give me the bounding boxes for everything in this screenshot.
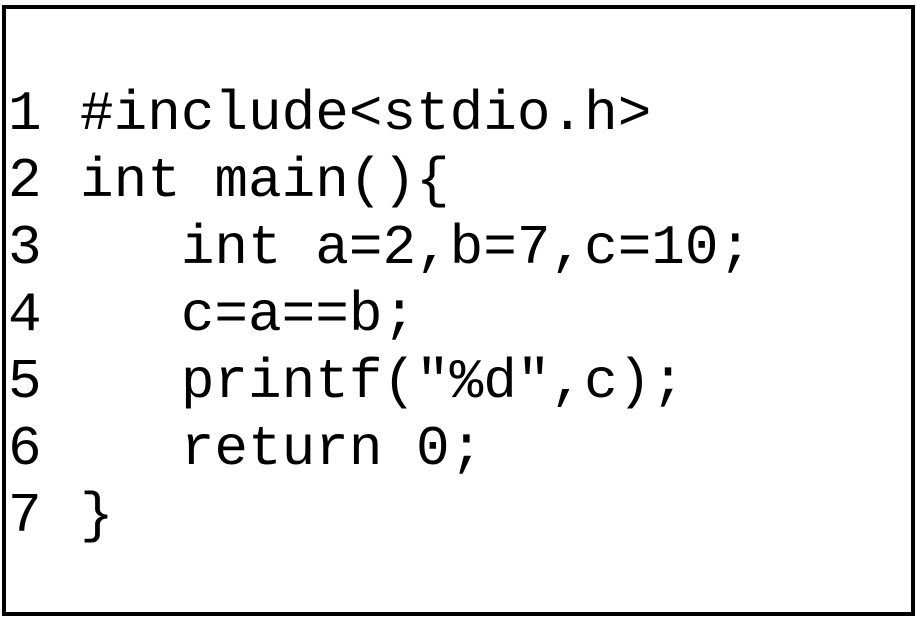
line-number: 1 bbox=[8, 82, 42, 146]
line-number: 2 bbox=[8, 149, 42, 213]
code-line: 7} bbox=[8, 483, 752, 550]
code-line: 1 #include<stdio.h> bbox=[8, 81, 752, 148]
code-line: 3 int a=2,b=7,c=10; bbox=[8, 215, 752, 282]
code-text: return 0; bbox=[80, 417, 484, 481]
code-line: 6 return 0; bbox=[8, 416, 752, 483]
code-line: 5 printf("%d",c); bbox=[8, 349, 752, 416]
code-text: int main(){ bbox=[80, 149, 450, 213]
line-number: 3 bbox=[8, 216, 42, 280]
code-text: #include<stdio.h> bbox=[80, 82, 652, 146]
code-line: 2 int main(){ bbox=[8, 148, 752, 215]
code-text: printf("%d",c); bbox=[80, 350, 685, 414]
code-block: 1 #include<stdio.h> 2 int main(){ 3 int a=… bbox=[8, 81, 752, 550]
code-text: c=a==b; bbox=[80, 283, 417, 347]
code-text: int a=2,b=7,c=10; bbox=[80, 216, 753, 280]
line-number: 7 bbox=[8, 484, 42, 548]
code-line: 4 c=a==b; bbox=[8, 282, 752, 349]
code-text: } bbox=[80, 484, 114, 548]
line-number: 6 bbox=[8, 417, 42, 481]
line-number: 4 bbox=[8, 283, 42, 347]
line-number: 5 bbox=[8, 350, 42, 414]
code-frame: 1 #include<stdio.h> 2 int main(){ 3 int a=… bbox=[2, 5, 915, 616]
